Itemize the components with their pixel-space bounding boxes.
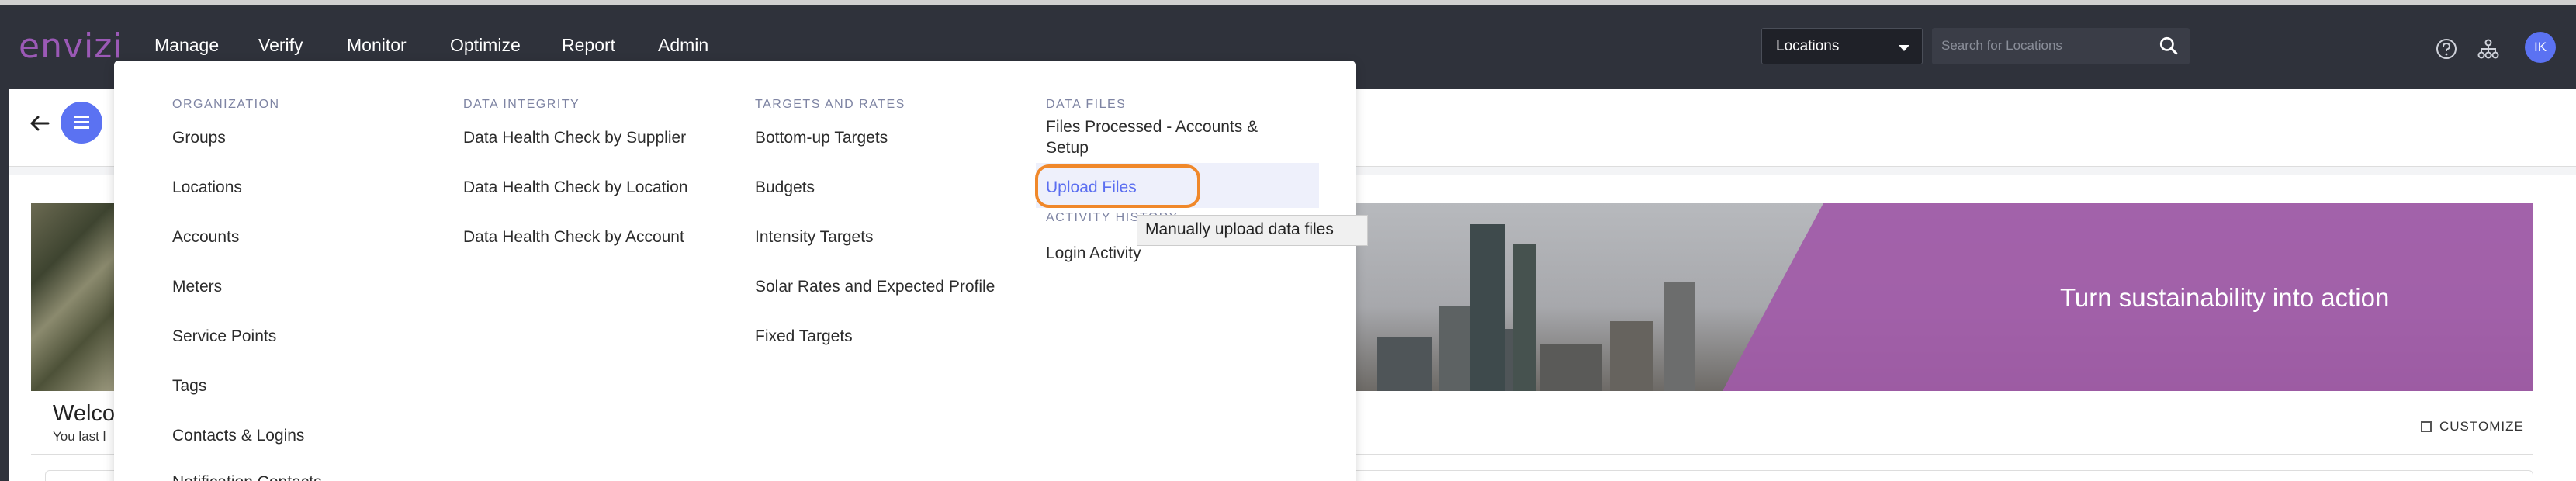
nav-optimize[interactable]: Optimize: [450, 35, 521, 56]
menu-item-meters[interactable]: Meters: [172, 276, 222, 298]
menu-item-files-processed-line2[interactable]: Setup: [1046, 137, 1089, 159]
menu-item-accounts[interactable]: Accounts: [172, 227, 239, 248]
upload-files-tooltip: Manually upload data files: [1137, 215, 1368, 246]
user-avatar[interactable]: IK: [2525, 32, 2556, 63]
menu-heading-targets-rates: TARGETS AND RATES: [755, 98, 905, 111]
hamburger-menu-button[interactable]: [61, 102, 102, 144]
search-bar[interactable]: [1932, 28, 2190, 64]
banner-tagline: Turn sustainability into action: [2060, 283, 2390, 312]
last-login-text: You last l: [53, 429, 106, 444]
back-arrow-icon[interactable]: [26, 110, 53, 137]
search-icon[interactable]: [2159, 36, 2179, 56]
nav-verify[interactable]: Verify: [258, 35, 303, 56]
menu-item-files-processed[interactable]: Files Processed - Accounts &: [1046, 116, 1258, 138]
menu-item-service-points[interactable]: Service Points: [172, 326, 276, 348]
search-scope-select[interactable]: Locations: [1761, 28, 1923, 64]
menu-item-health-check-location[interactable]: Data Health Check by Location: [463, 177, 688, 199]
nav-monitor[interactable]: Monitor: [347, 35, 407, 56]
customize-button[interactable]: CUSTOMIZE: [2421, 419, 2524, 442]
menu-item-groups[interactable]: Groups: [172, 127, 226, 149]
menu-item-fixed-targets[interactable]: Fixed Targets: [755, 326, 853, 348]
highlight-ring: [1035, 164, 1200, 208]
menu-item-login-activity[interactable]: Login Activity: [1046, 243, 1141, 265]
menu-item-intensity-targets[interactable]: Intensity Targets: [755, 227, 874, 248]
banner-image-left: [31, 203, 116, 391]
caret-down-icon: [1899, 45, 1909, 51]
menu-item-budgets[interactable]: Budgets: [755, 177, 815, 199]
search-scope-value: Locations: [1776, 38, 1840, 54]
menu-heading-organization: ORGANIZATION: [172, 98, 280, 111]
menu-item-health-check-account[interactable]: Data Health Check by Account: [463, 227, 684, 248]
menu-item-bottom-up-targets[interactable]: Bottom-up Targets: [755, 127, 888, 149]
nav-manage[interactable]: Manage: [154, 35, 219, 56]
nav-admin[interactable]: Admin: [658, 35, 708, 56]
menu-item-contacts-logins[interactable]: Contacts & Logins: [172, 425, 304, 447]
customize-label: CUSTOMIZE: [2439, 419, 2524, 434]
menu-item-tags[interactable]: Tags: [172, 375, 206, 397]
envizi-logo[interactable]: envizi: [19, 26, 123, 66]
window-top-edge: [0, 0, 2576, 5]
menu-heading-data-files: DATA FILES: [1046, 98, 1127, 111]
grid-icon: [2421, 421, 2432, 432]
search-input[interactable]: [1941, 34, 2151, 57]
org-hierarchy-icon[interactable]: [2477, 37, 2500, 61]
welcome-heading: Welco: [53, 401, 116, 426]
menu-heading-data-integrity: DATA INTEGRITY: [463, 98, 580, 111]
menu-item-solar-rates[interactable]: Solar Rates and Expected Profile: [755, 276, 995, 298]
menu-item-notification-contacts[interactable]: Notification Contacts: [172, 472, 322, 481]
help-icon[interactable]: [2435, 37, 2458, 61]
menu-item-locations[interactable]: Locations: [172, 177, 242, 199]
nav-report[interactable]: Report: [562, 35, 615, 56]
window-left-edge: [0, 89, 9, 481]
menu-item-health-check-supplier[interactable]: Data Health Check by Supplier: [463, 127, 686, 149]
